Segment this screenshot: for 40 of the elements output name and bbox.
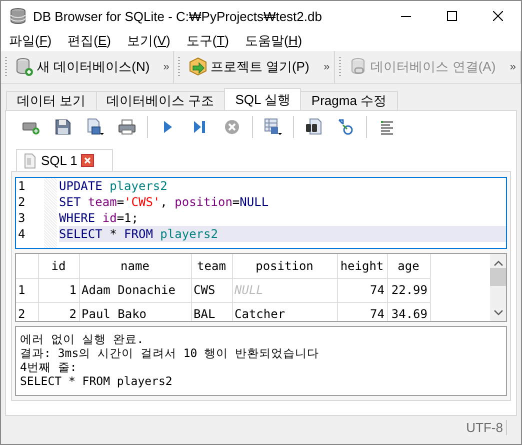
column-header[interactable]: position bbox=[232, 254, 337, 278]
message-line: SELECT * FROM players2 bbox=[20, 374, 174, 388]
table-cell: CWS bbox=[191, 278, 232, 302]
code-line: WHERE id=1; bbox=[59, 210, 140, 226]
table-cell: 1 bbox=[38, 278, 79, 302]
column-header[interactable]: id bbox=[38, 254, 79, 278]
tab[interactable]: Pragma 수정 bbox=[300, 91, 398, 110]
encoding-label: UTF-8 bbox=[466, 420, 507, 434]
column-header[interactable]: name bbox=[79, 254, 191, 278]
table-cell: 22.99 bbox=[387, 278, 430, 302]
line-number: 1 bbox=[18, 178, 26, 194]
tab[interactable]: SQL 실행 bbox=[224, 88, 302, 110]
code-line: SET team='CWS', position=NULL bbox=[59, 194, 270, 210]
editor-tab[interactable]: SQL 1 bbox=[16, 149, 113, 171]
message-line: 에러 없이 실행 완료. bbox=[20, 332, 145, 346]
column-header[interactable]: height bbox=[337, 254, 387, 278]
message-line: 결과: 3ms의 시간이 걸려서 10 행이 반환되었습니다 bbox=[20, 346, 320, 360]
menu-item[interactable]: 도구(T) bbox=[178, 31, 237, 51]
line-number: 4 bbox=[18, 226, 26, 242]
tab[interactable]: 데이터 보기 bbox=[6, 91, 97, 110]
message-line: 4번째 줄: bbox=[20, 360, 78, 374]
table-cell: 74 bbox=[337, 278, 387, 302]
overflow-chevron[interactable]: » bbox=[324, 61, 330, 73]
table-cell: NULL bbox=[232, 278, 337, 302]
window-title: DB Browser for SQLite - C:₩PyProjects₩test2.db bbox=[33, 8, 323, 24]
code-line: UPDATE players2 bbox=[59, 178, 168, 194]
menu-item[interactable]: 도움말(H) bbox=[237, 31, 310, 51]
menu-item[interactable]: 파일(F) bbox=[1, 31, 60, 51]
overflow-chevron[interactable]: » bbox=[163, 61, 170, 73]
column-header[interactable]: age bbox=[387, 254, 430, 278]
menu-item[interactable]: 편집(E) bbox=[60, 31, 119, 51]
line-number: 3 bbox=[18, 210, 26, 226]
toolbar-button[interactable]: 프로젝트 열기(P) bbox=[188, 57, 310, 77]
column-header[interactable]: team bbox=[191, 254, 232, 278]
line-number: 2 bbox=[18, 194, 26, 210]
table-cell: Adam Donachie bbox=[79, 278, 191, 302]
toolbar-button[interactable]: 새 데이터베이스(N) bbox=[15, 57, 150, 77]
row-header[interactable]: 1 bbox=[16, 278, 38, 302]
menu-item[interactable]: 보기(V) bbox=[119, 31, 178, 51]
tab[interactable]: 데이터베이스 구조 bbox=[96, 91, 226, 110]
